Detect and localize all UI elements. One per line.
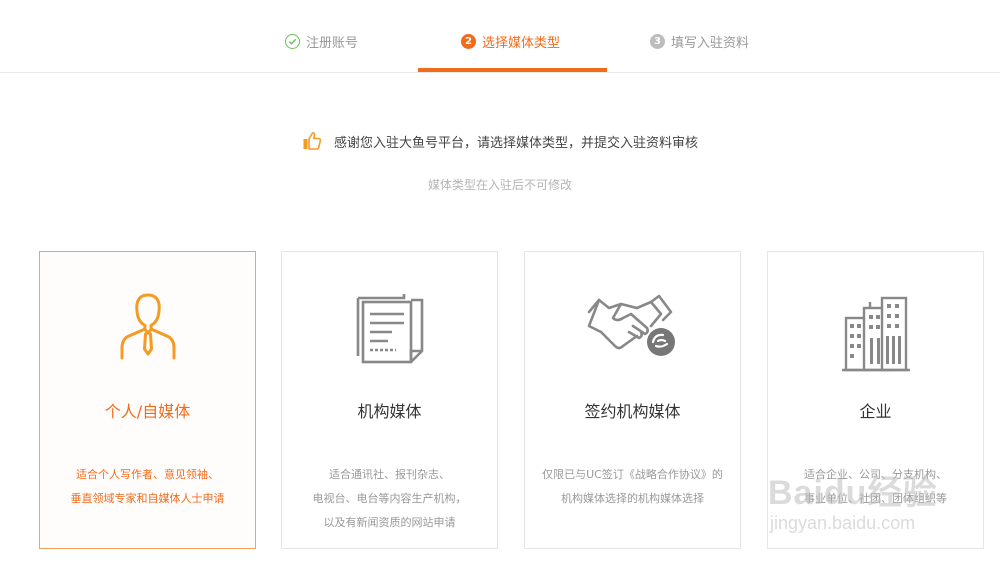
card-description: 适合通讯社、报刊杂志、 电视台、电台等内容生产机构， 以及有新闻资质的网站申请 xyxy=(294,463,485,535)
thumbs-up-icon xyxy=(303,132,322,150)
desc-line: 事业单位、社团、团体组织等 xyxy=(804,492,947,505)
person-tie-icon xyxy=(40,292,255,377)
desc-line: 机构媒体选择的机构媒体选择 xyxy=(561,492,704,505)
notice-text: 感谢您入驻大鱼号平台，请选择媒体类型，并提交入驻资料审核 xyxy=(333,135,698,151)
building-icon xyxy=(768,292,983,377)
card-description: 仅限已与UC签订《战略合作协议》的 机构媒体选择的机构媒体选择 xyxy=(537,463,728,511)
desc-line: 仅限已与UC签订《战略合作协议》的 xyxy=(542,468,723,481)
media-type-card-institution[interactable]: 机构媒体 适合通讯社、报刊杂志、 电视台、电台等内容生产机构， 以及有新闻资质的… xyxy=(281,251,498,549)
notice-subtext: 媒体类型在入驻后不可修改 xyxy=(427,178,572,192)
document-icon xyxy=(282,292,497,377)
desc-line: 适合通讯社、报刊杂志、 xyxy=(329,468,450,481)
step-label: 选择媒体类型 xyxy=(482,35,561,51)
handshake-icon xyxy=(525,292,740,377)
active-step-indicator xyxy=(418,68,607,72)
step-number-badge: 3 xyxy=(650,33,665,49)
card-description: 适合个人写作者、意见领袖、 垂直领域专家和自媒体人士申请 xyxy=(52,463,243,511)
step-label: 填写入驻资料 xyxy=(671,35,750,51)
desc-line: 以及有新闻资质的网站申请 xyxy=(323,516,456,529)
step-register-account[interactable]: 注册账号 xyxy=(285,31,358,51)
step-number-badge: 2 xyxy=(461,33,476,49)
step-fill-info[interactable]: 3 填写入驻资料 xyxy=(650,31,749,51)
media-type-card-signed-institution[interactable]: 签约机构媒体 仅限已与UC签订《战略合作协议》的 机构媒体选择的机构媒体选择 xyxy=(524,251,741,549)
card-title: 企业 xyxy=(859,402,892,421)
media-type-card-personal[interactable]: 个人/自媒体 适合个人写作者、意见领袖、 垂直领域专家和自媒体人士申请 xyxy=(39,251,256,549)
check-circle-icon xyxy=(285,33,300,49)
card-description: 适合企业、公司、分支机构、 事业单位、社团、团体组织等 xyxy=(780,463,971,511)
step-label: 注册账号 xyxy=(306,35,359,51)
media-type-card-enterprise[interactable]: 企业 适合企业、公司、分支机构、 事业单位、社团、团体组织等 xyxy=(767,251,984,549)
desc-line: 电视台、电台等内容生产机构， xyxy=(312,492,467,505)
card-title: 机构媒体 xyxy=(357,402,422,421)
desc-line: 垂直领域专家和自媒体人士申请 xyxy=(70,492,225,505)
desc-line: 适合个人写作者、意见领袖、 xyxy=(76,468,219,481)
card-title: 个人/自媒体 xyxy=(104,402,191,421)
notice: 感谢您入驻大鱼号平台，请选择媒体类型，并提交入驻资料审核 xyxy=(0,131,1000,155)
step-select-media-type[interactable]: 2 选择媒体类型 xyxy=(461,31,560,51)
step-progress-bar: 注册账号 2 选择媒体类型 3 填写入驻资料 xyxy=(0,0,1000,73)
desc-line: 适合企业、公司、分支机构、 xyxy=(804,468,947,481)
card-title: 签约机构媒体 xyxy=(584,402,681,421)
